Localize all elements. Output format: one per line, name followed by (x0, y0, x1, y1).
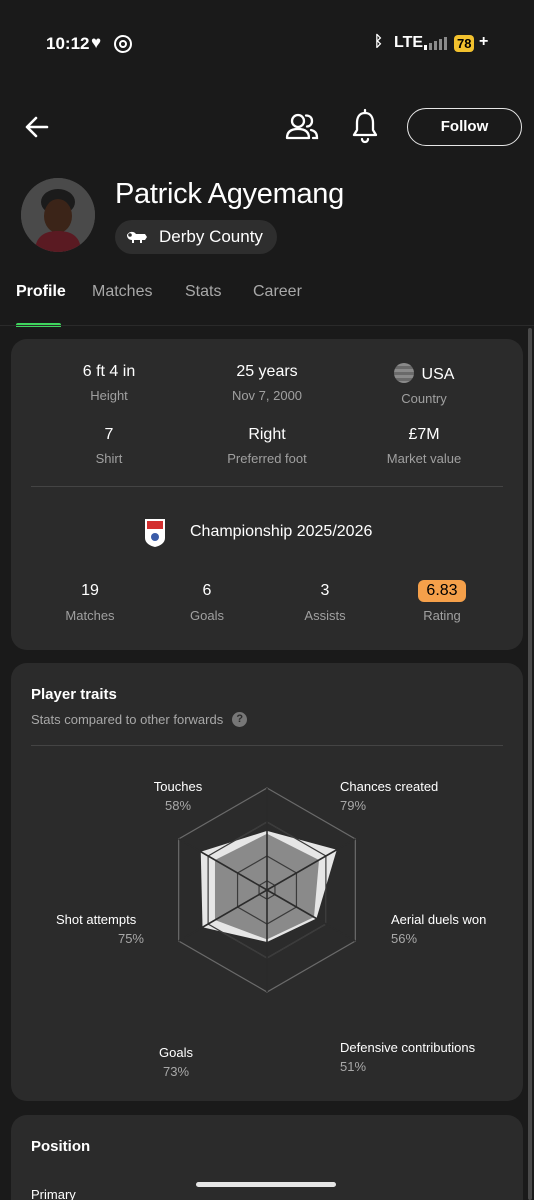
trait-percent: 51% (340, 1059, 367, 1074)
market-value-label: Market value (386, 451, 462, 466)
traits-divider (31, 745, 503, 746)
player-photo (21, 178, 95, 252)
tabs-divider (0, 325, 534, 326)
birth-date: Nov 7, 2000 (231, 388, 303, 403)
help-icon[interactable]: ? (232, 712, 248, 727)
market-value-info: £7M Market value (349, 426, 499, 466)
trait-percent: 58% (164, 798, 192, 813)
goals-stat: 6 Goals (147, 580, 267, 623)
market-value: £7M (408, 426, 440, 443)
assists-value: 3 (320, 582, 330, 599)
player-name: Patrick Agyemang (115, 178, 344, 210)
notifications-button[interactable] (348, 108, 382, 146)
hotspot-icon (114, 35, 132, 53)
heart-icon: ♥ (91, 33, 102, 52)
trait-percent: 75% (117, 931, 144, 946)
league-name: Championship 2025/2026 (190, 523, 373, 540)
position-primary-label: Primary (31, 1187, 76, 1200)
matches-label: Matches (65, 608, 115, 623)
trait-label: Chances created (340, 779, 439, 794)
country-value: USA (349, 363, 499, 384)
arrow-left-icon (25, 116, 49, 138)
status-time: 10:12 (46, 34, 90, 53)
goals-label: Goals (190, 608, 224, 623)
trait-aerial-duels: Aerial duels won 56% (391, 912, 516, 946)
flag-icon (393, 363, 414, 383)
ram-crest-icon (127, 231, 147, 243)
team-chip[interactable]: Derby County (115, 220, 277, 254)
height-label: Height (90, 388, 128, 403)
team-name: Derby County (159, 227, 263, 246)
trait-touches: Touches 58% (133, 779, 223, 813)
tab-stats[interactable]: Stats (185, 283, 221, 301)
status-bar: 10:12 ♥ ᛒ LTE 78 + (0, 0, 534, 86)
info-divider (31, 486, 503, 487)
trait-shot-attempts: Shot attempts 75% (56, 912, 156, 946)
tab-matches[interactable]: Matches (92, 283, 152, 301)
country-name: USA (421, 366, 455, 383)
league-row[interactable]: Championship 2025/2026 (11, 516, 523, 550)
rating-label: Rating (423, 608, 461, 623)
traits-subtitle: Stats compared to other forwards ? (31, 712, 248, 727)
rating-badge: 6.83 (418, 580, 466, 602)
back-button[interactable] (20, 110, 54, 144)
bluetooth-icon: ᛒ (374, 33, 384, 50)
scrollbar[interactable] (528, 328, 532, 1200)
compare-players-button[interactable] (284, 110, 320, 144)
foot-value: Right (248, 426, 286, 443)
height-value: 6 ft 4 in (82, 363, 136, 380)
trait-percent: 79% (340, 798, 367, 813)
signal-icon (424, 36, 450, 50)
trait-chances-created: Chances created 79% (340, 779, 480, 813)
home-indicator[interactable] (196, 1182, 336, 1187)
age-value: 25 years (236, 363, 298, 380)
trait-label: Shot attempts (56, 912, 137, 927)
traits-radar: Touches 58% Chances created 79% Aerial d… (11, 753, 523, 1101)
age-info: 25 years Nov 7, 2000 (192, 363, 342, 403)
trait-percent: 73% (162, 1064, 190, 1079)
charging-indicator: + (479, 33, 489, 50)
foot-info: Right Preferred foot (192, 426, 342, 466)
follow-button[interactable]: Follow (407, 108, 522, 146)
position-card: Position Primary (11, 1115, 523, 1200)
height-info: 6 ft 4 in Height (34, 363, 184, 403)
trait-percent: 56% (391, 931, 418, 946)
shirt-value: 7 (104, 426, 114, 443)
rating-stat: 6.83 Rating (382, 580, 502, 623)
league-logo-icon (145, 519, 165, 547)
profile-tabs: Profile Matches Stats Career (0, 283, 534, 327)
trait-goals: Goals 73% (141, 1045, 211, 1079)
traits-subtitle-text: Stats compared to other forwards (31, 712, 224, 727)
bell-icon (352, 108, 378, 144)
network-type: LTE (394, 34, 424, 51)
player-traits-card: Player traits Stats compared to other fo… (11, 663, 523, 1101)
matches-stat: 19 Matches (30, 580, 150, 623)
battery-level: 78 (454, 35, 475, 52)
shirt-label: Shirt (95, 451, 123, 466)
tab-career[interactable]: Career (253, 283, 302, 301)
shirt-info: 7 Shirt (34, 426, 184, 466)
assists-stat: 3 Assists (265, 580, 385, 623)
people-icon (285, 113, 319, 140)
traits-title: Player traits (31, 686, 117, 703)
trait-defensive-contributions: Defensive contributions 51% (340, 1040, 515, 1074)
tab-profile[interactable]: Profile (16, 283, 66, 301)
player-info-card: 6 ft 4 in Height 25 years Nov 7, 2000 US… (11, 339, 523, 650)
trait-label: Goals (159, 1045, 193, 1060)
trait-label: Touches (153, 779, 203, 794)
player-avatar (21, 178, 95, 252)
goals-value: 6 (202, 582, 212, 599)
trait-label: Defensive contributions (340, 1040, 476, 1055)
matches-value: 19 (81, 582, 99, 599)
country-label: Country (401, 391, 447, 406)
foot-label: Preferred foot (227, 451, 307, 466)
assists-label: Assists (304, 608, 346, 623)
trait-label: Aerial duels won (391, 912, 487, 927)
position-title: Position (31, 1138, 91, 1155)
country-info[interactable]: USA Country (349, 363, 499, 406)
